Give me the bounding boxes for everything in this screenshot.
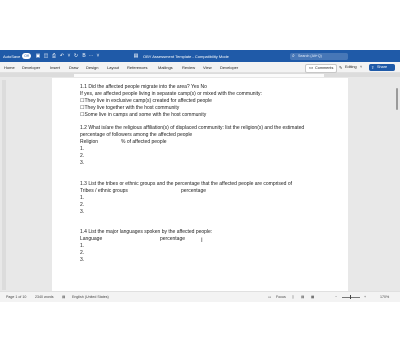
language-label[interactable]: English (United States) xyxy=(72,295,109,299)
chevron-down-icon: ˅ xyxy=(360,65,363,69)
zoom-slider-handle[interactable] xyxy=(350,295,351,299)
list-number: 1. xyxy=(80,146,85,152)
web-layout-icon[interactable]: ▦ xyxy=(311,295,314,299)
column-header: percentage xyxy=(181,188,207,194)
page-count[interactable]: Page 1 of 10 xyxy=(6,295,26,299)
tab-insert[interactable]: Insert xyxy=(50,65,60,70)
question-1-4: 1.4 List the major languages spoken by t… xyxy=(80,229,213,235)
list-number: 2. xyxy=(80,202,85,208)
tab-references[interactable]: References xyxy=(127,65,147,70)
tab-developer-2[interactable]: Developer xyxy=(220,65,238,70)
focus-button[interactable]: Focus xyxy=(276,295,286,299)
pencil-icon: ✎ xyxy=(339,66,343,70)
document-title: OBY Assessment Template - Compatibility … xyxy=(143,53,229,59)
tab-design[interactable]: Design xyxy=(86,65,98,70)
list-number: 2. xyxy=(80,250,85,256)
column-header: Religion xyxy=(80,139,99,145)
question-1-3: 1.3 List the tribes or ethnic groups and… xyxy=(80,181,292,187)
search-icon: ⌕ xyxy=(292,53,295,59)
print-layout-icon[interactable]: ▤ xyxy=(301,295,304,299)
ribbon-tabs: Home Developer Insert Draw Design Layout… xyxy=(0,62,400,73)
list-number: 3. xyxy=(80,209,85,215)
question-1-1: 1.1 Did the affected people migrate into… xyxy=(80,84,207,90)
tab-mailings[interactable]: Mailings xyxy=(158,65,173,70)
word-count[interactable]: 2340 words xyxy=(35,295,54,299)
zoom-level[interactable]: 170% xyxy=(380,295,389,299)
search-box[interactable]: ⌕ Search (Alt+Q) xyxy=(290,52,348,60)
search-input[interactable]: Search (Alt+Q) xyxy=(298,54,322,58)
title-bar: AutoSave Off ▣ ◫ ⎙ ↶ ˅ ↻ B ⋯ ˅ ▤ OBY Ass… xyxy=(0,50,400,62)
column-header: Tribes / ethnic groups xyxy=(80,188,128,194)
zoom-slider[interactable] xyxy=(342,296,360,298)
horizontal-ruler[interactable] xyxy=(0,73,400,77)
word-doc-icon: ▤ xyxy=(133,53,139,59)
tab-developer[interactable]: Developer xyxy=(22,65,40,70)
column-header: percentage xyxy=(160,236,186,242)
checkbox-option[interactable]: ☐Some live in camps and some with the ho… xyxy=(80,112,206,118)
list-number: 3. xyxy=(80,257,85,263)
question-1-1-sub: If yes, are affected people living in se… xyxy=(80,91,262,97)
text-cursor-icon: I xyxy=(201,238,203,244)
tab-view[interactable]: View xyxy=(203,65,212,70)
chevron-down-icon[interactable]: ˅ xyxy=(66,53,72,59)
checkbox-option[interactable]: ☐They live in exclusive camp(s) created … xyxy=(80,98,212,104)
question-1-2-cont: percentage of followers among the affect… xyxy=(80,132,193,138)
editing-button[interactable]: ✎ Editing ˅ xyxy=(338,64,366,71)
tab-review[interactable]: Review xyxy=(182,65,195,70)
scrollbar-thumb[interactable] xyxy=(396,88,398,110)
comments-button[interactable]: ▭ Comments xyxy=(305,63,337,73)
save-icon[interactable]: ▣ xyxy=(35,53,41,59)
list-number: 1. xyxy=(80,195,85,201)
comment-icon: ▭ xyxy=(309,65,314,70)
new-doc-icon[interactable]: ◫ xyxy=(43,53,49,59)
redo-icon[interactable]: ↻ xyxy=(73,53,79,59)
share-icon: ⇪ xyxy=(371,66,375,70)
list-number: 2. xyxy=(80,153,85,159)
autosave-label: AutoSave xyxy=(3,53,21,59)
bold-icon[interactable]: B xyxy=(81,53,87,59)
vertical-ruler[interactable] xyxy=(2,80,6,290)
list-number: 1. xyxy=(80,243,85,249)
column-header: % of affected people xyxy=(121,139,167,145)
autosave-toggle[interactable]: Off xyxy=(22,53,31,59)
more-icon[interactable]: ⋯ xyxy=(88,53,94,59)
focus-icon[interactable]: ▭ xyxy=(268,295,271,299)
read-mode-icon[interactable]: ▯ xyxy=(292,295,294,299)
tab-draw[interactable]: Draw xyxy=(69,65,78,70)
zoom-out-icon[interactable]: − xyxy=(335,295,337,299)
tab-layout[interactable]: Layout xyxy=(107,65,119,70)
proofing-icon[interactable]: ▤ xyxy=(62,295,65,299)
question-1-2: 1.2 What is/are the religious affiliatio… xyxy=(80,125,305,131)
vertical-scrollbar[interactable] xyxy=(395,78,399,290)
zoom-in-icon[interactable]: + xyxy=(364,295,366,299)
tab-home[interactable]: Home xyxy=(4,65,15,70)
column-header: Language xyxy=(80,236,103,242)
customize-icon[interactable]: ˅ xyxy=(95,53,101,59)
share-button[interactable]: ⇪ Share xyxy=(369,63,395,71)
list-number: 3. xyxy=(80,160,85,166)
checkbox-option[interactable]: ☐They live together with the host commun… xyxy=(80,105,179,111)
print-icon[interactable]: ⎙ xyxy=(51,53,57,59)
status-bar: Page 1 of 10 2340 words ▤ English (Unite… xyxy=(0,291,400,302)
undo-icon[interactable]: ↶ xyxy=(59,53,65,59)
